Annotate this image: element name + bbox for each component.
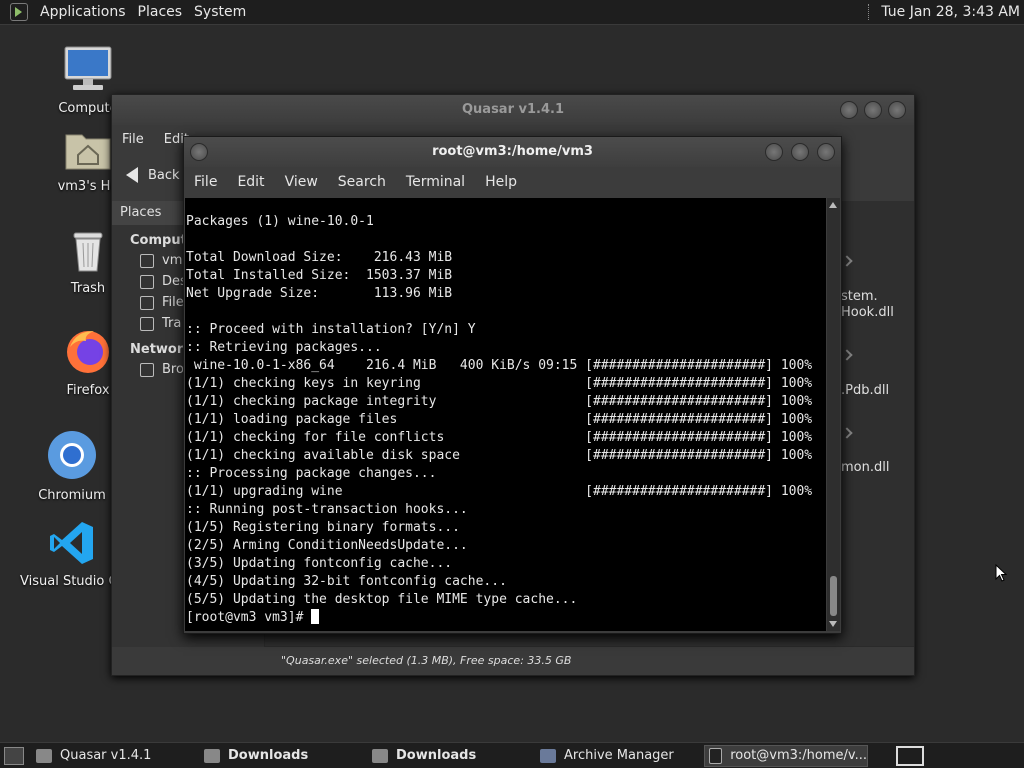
minimize-button[interactable] xyxy=(765,143,783,161)
terminal-launcher-icon[interactable] xyxy=(10,3,28,21)
sidebar-item-label: Tra xyxy=(162,316,182,331)
folder-icon xyxy=(372,748,388,763)
clock[interactable]: Tue Jan 28, 3:43 AM xyxy=(881,4,1024,20)
window-title: root@vm3:/home/vm3 xyxy=(432,144,593,159)
chromium-icon xyxy=(48,431,96,479)
panel-separator xyxy=(868,4,871,20)
terminal-output[interactable]: Packages (1) wine-10.0-1 Total Download … xyxy=(185,198,826,631)
terminal-titlebar[interactable]: root@vm3:/home/vm3 xyxy=(184,137,841,167)
back-arrow-icon[interactable] xyxy=(126,167,138,183)
menu-edit[interactable]: Edit xyxy=(227,174,274,190)
network-icon xyxy=(140,362,154,377)
window-title: Quasar v1.4.1 xyxy=(461,102,564,117)
terminal-cursor xyxy=(311,609,320,624)
taskbar: Quasar v1.4.1 Downloads Downloads Archiv… xyxy=(0,742,1024,768)
scroll-down-icon[interactable] xyxy=(829,621,837,627)
maximize-button[interactable] xyxy=(864,101,882,119)
terminal-menubar: File Edit View Search Terminal Help xyxy=(184,167,841,197)
close-button[interactable] xyxy=(888,101,906,119)
mouse-pointer-icon xyxy=(995,564,1007,582)
desktop-icon-vscode[interactable]: Visual Studio Co xyxy=(20,520,126,589)
sidebar-item-label: File xyxy=(162,295,184,310)
trash-icon xyxy=(73,232,103,272)
maximize-button[interactable] xyxy=(791,143,809,161)
applications-menu[interactable]: Applications xyxy=(34,4,132,20)
task-downloads-2[interactable]: Downloads xyxy=(368,745,532,767)
menu-view[interactable]: View xyxy=(275,174,328,190)
archive-icon xyxy=(540,748,556,763)
file-manager-titlebar[interactable]: Quasar v1.4.1 xyxy=(112,95,914,125)
task-terminal[interactable]: root@vm3:/home/v... xyxy=(704,744,868,767)
trash-icon xyxy=(140,316,154,331)
places-menu[interactable]: Places xyxy=(132,4,189,20)
menu-file[interactable]: File xyxy=(184,174,227,190)
sidebar-item-label: vm xyxy=(162,253,183,268)
folder-icon xyxy=(36,748,52,763)
close-button[interactable] xyxy=(817,143,835,161)
system-menu[interactable]: System xyxy=(188,4,252,20)
desktop-icon-chromium[interactable]: Chromium xyxy=(22,430,122,503)
menu-terminal[interactable]: Terminal xyxy=(396,174,475,190)
chevron-right-icon xyxy=(841,427,853,439)
top-panel: Applications Places System Tue Jan 28, 3… xyxy=(0,0,1024,25)
drive-icon xyxy=(140,295,154,310)
minimize-button[interactable] xyxy=(840,101,858,119)
workspace-switcher[interactable] xyxy=(896,745,924,766)
back-button[interactable]: Back xyxy=(148,168,180,183)
terminal-text: Packages (1) wine-10.0-1 Total Download … xyxy=(186,214,813,625)
task-archive-manager[interactable]: Archive Manager xyxy=(536,745,700,767)
firefox-icon xyxy=(67,331,109,373)
home-folder-icon xyxy=(65,134,111,170)
terminal-scrollbar[interactable] xyxy=(827,198,840,631)
window-menu-button[interactable] xyxy=(190,143,208,161)
menu-file[interactable]: File xyxy=(112,132,154,147)
terminal-window[interactable]: root@vm3:/home/vm3 File Edit View Search… xyxy=(183,136,842,634)
chevron-right-icon xyxy=(841,255,853,267)
chevron-right-icon xyxy=(841,349,853,361)
task-label: root@vm3:/home/v... xyxy=(730,748,867,763)
status-bar: "Quasar.exe" selected (1.3 MB), Free spa… xyxy=(265,646,914,675)
sidebar-item-label: Bro xyxy=(162,362,184,377)
desktop-icon-label: Chromium xyxy=(38,488,106,503)
computer-icon xyxy=(64,46,112,90)
vscode-icon xyxy=(50,522,93,564)
home-icon xyxy=(140,253,154,268)
task-quasar[interactable]: Quasar v1.4.1 xyxy=(32,745,196,767)
file-name[interactable]: mon.dll xyxy=(841,460,889,475)
task-downloads-1[interactable]: Downloads xyxy=(200,745,364,767)
scroll-up-icon[interactable] xyxy=(829,202,837,208)
file-name[interactable]: stem. xyxy=(841,289,878,304)
file-name[interactable]: Hook.dll xyxy=(841,305,894,320)
task-label: Downloads xyxy=(396,748,477,763)
folder-icon xyxy=(204,748,220,763)
scrollbar-thumb[interactable] xyxy=(830,576,837,616)
desktop-icon xyxy=(140,274,154,289)
terminal-icon xyxy=(709,747,723,764)
menu-help[interactable]: Help xyxy=(475,174,527,190)
desktop-icon-label: Visual Studio Co xyxy=(20,574,126,589)
file-name[interactable]: .Pdb.dll xyxy=(841,383,889,398)
menu-search[interactable]: Search xyxy=(328,174,396,190)
task-label: Quasar v1.4.1 xyxy=(60,748,152,763)
task-label: Archive Manager xyxy=(564,748,674,763)
task-label: Downloads xyxy=(228,748,309,763)
show-desktop-icon[interactable] xyxy=(4,746,24,765)
